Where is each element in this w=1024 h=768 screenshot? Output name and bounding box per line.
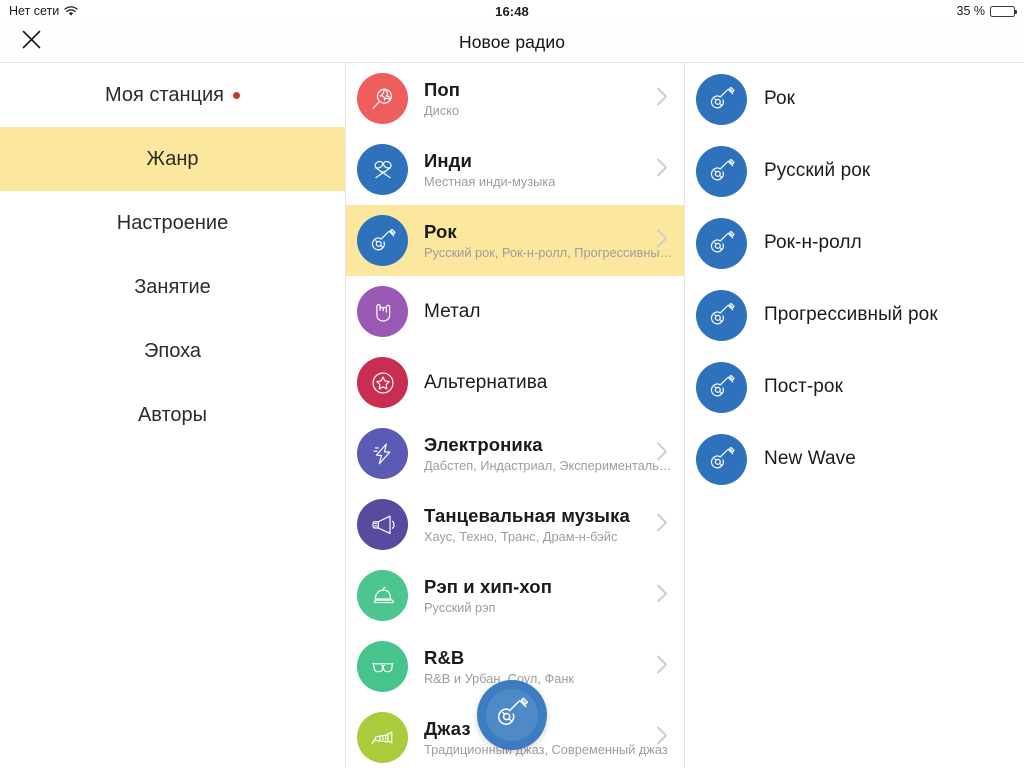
genre-row[interactable]: Электроника Дабстеп, Индастриал, Эксперим… <box>346 418 684 489</box>
genre-subtitle: Диско <box>424 103 460 118</box>
guitar-icon <box>696 289 747 341</box>
genre-row[interactable]: Метал <box>346 276 684 347</box>
sidebar-item-3[interactable]: Занятие <box>0 255 345 319</box>
genre-title: Рок <box>424 221 457 242</box>
genre-text-block: Электроника Дабстеп, Индастриал, Эксперим… <box>424 434 674 473</box>
guitar-icon <box>696 361 747 413</box>
genre-title: Метал <box>424 300 481 322</box>
genre-row[interactable]: Танцевальная музыка Хаус, Техно, Транс, Д… <box>346 489 684 560</box>
genre-text-block: Танцевальная музыка Хаус, Техно, Транс, Д… <box>424 505 630 544</box>
guitar-icon <box>696 217 747 269</box>
subgenre-row[interactable]: Прогрессивный рок <box>685 279 1024 351</box>
chevron-right-icon <box>656 725 668 750</box>
genre-title: R&B <box>424 647 465 668</box>
genre-title: Танцевальная музыка <box>424 505 630 526</box>
sidebar-item-label: Настроение <box>116 211 229 234</box>
sidebar-item-2[interactable]: Настроение <box>0 191 345 255</box>
chevron-right-icon <box>656 512 668 537</box>
status-bar-right: 35 % <box>956 4 1018 18</box>
rock-hand-icon <box>357 286 408 337</box>
genre-subtitle: Русский рок, Рок-н-ролл, Прогрессивны… <box>424 245 673 260</box>
genre-text-block: Рэп и хип-хоп Русский рэп <box>424 576 552 615</box>
content-columns: Моя станция Жанр Настроение Занятие Эпоха Авт… <box>0 63 1024 768</box>
subgenre-row[interactable]: Русский рок <box>685 135 1024 207</box>
sidebar-item-4[interactable]: Эпоха <box>0 319 345 383</box>
genre-subtitle: Дабстеп, Индастриал, Экспериментальн… <box>424 458 674 473</box>
sidebar-item-label: Авторы <box>137 403 208 426</box>
sidebar-item-0[interactable]: Моя станция <box>0 63 345 127</box>
subgenre-label: Русский рок <box>764 160 871 181</box>
new-indicator-dot <box>232 91 240 99</box>
genre-title: Электроника <box>424 434 543 455</box>
genre-row[interactable]: Альтернатива <box>346 347 684 418</box>
sidebar-item-label: Моя станция <box>105 83 224 106</box>
subgenre-list: Рок Русский рок Рок-н-ролл Прогрессивный… <box>685 63 1024 768</box>
page-title: Новое радио <box>458 31 566 52</box>
subgenre-label: New Wave <box>764 448 856 469</box>
subgenre-row[interactable]: Рок-н-ролл <box>685 207 1024 279</box>
genre-text-block: Джаз Традиционный джаз, Современный джаз <box>424 718 668 757</box>
drag-overlay-bubble[interactable] <box>477 680 547 750</box>
genre-row[interactable]: Поп Диско <box>346 63 684 134</box>
chevron-right-icon <box>656 441 668 466</box>
trumpet-icon <box>357 712 408 763</box>
lollipop-icon <box>357 73 408 124</box>
crossed-drumsticks-icon <box>357 144 408 195</box>
genre-list: Поп Диско Инди Местная инди-музыка Рок Русс… <box>345 63 685 768</box>
star-circle-icon <box>357 357 408 408</box>
guitar-icon <box>696 73 747 125</box>
genre-row[interactable]: Рэп и хип-хоп Русский рэп <box>346 560 684 631</box>
cap-icon <box>357 570 408 621</box>
drag-bubble-ring <box>486 689 538 741</box>
genre-text-block: Альтернатива <box>424 372 547 394</box>
subgenre-row[interactable]: Рок <box>685 63 1024 135</box>
chevron-right-icon <box>656 228 668 253</box>
category-sidebar: Моя станция Жанр Настроение Занятие Эпоха Авт… <box>0 63 345 768</box>
sidebar-item-label: Эпоха <box>143 339 201 362</box>
subgenre-label: Рок-н-ролл <box>764 232 862 253</box>
app-screen: Нет сети 16:48 35 % Новое радио Моя стан… <box>0 0 1024 768</box>
chevron-right-icon <box>656 157 668 182</box>
battery-percent-label: 35 % <box>956 4 986 18</box>
status-bar: Нет сети 16:48 35 % <box>0 0 1024 22</box>
genre-subtitle: Русский рэп <box>424 600 496 615</box>
megaphone-icon <box>357 499 408 550</box>
nav-bar: Новое радио <box>0 22 1024 62</box>
genre-title: Поп <box>424 79 461 100</box>
genre-subtitle: Хаус, Техно, Транс, Драм-н-бэйс <box>424 529 618 544</box>
genre-subtitle: Местная инди-музыка <box>424 174 556 189</box>
genre-subtitle: Традиционный джаз, Современный джаз <box>424 742 668 757</box>
genre-text-block: R&B R&B и Урбан, Соул, Фанк <box>424 647 574 686</box>
chevron-right-icon <box>656 654 668 679</box>
sidebar-item-label: Занятие <box>134 275 211 298</box>
guitar-icon <box>696 145 747 197</box>
sidebar-item-5[interactable]: Авторы <box>0 383 345 447</box>
guitar-icon <box>696 433 747 485</box>
lightning-icon <box>357 428 408 479</box>
genre-text-block: Инди Местная инди-музыка <box>424 150 555 189</box>
guitar-icon <box>357 215 408 266</box>
sidebar-item-1[interactable]: Жанр <box>0 127 345 191</box>
genre-text-block: Рок Русский рок, Рок-н-ролл, Прогрессивны… <box>424 221 672 260</box>
subgenre-row[interactable]: New Wave <box>685 423 1024 495</box>
sidebar-item-label: Жанр <box>146 147 199 170</box>
battery-icon <box>990 5 1018 17</box>
genre-title: Рэп и хип-хоп <box>424 576 552 597</box>
genre-row[interactable]: Инди Местная инди-музыка <box>346 134 684 205</box>
subgenre-row[interactable]: Пост-рок <box>685 351 1024 423</box>
subgenre-label: Пост-рок <box>764 376 843 397</box>
status-bar-clock: 16:48 <box>495 3 529 19</box>
genre-text-block: Поп Диско <box>424 79 460 118</box>
genre-title: Инди <box>424 150 472 171</box>
chevron-right-icon <box>656 86 668 111</box>
subgenre-label: Прогрессивный рок <box>764 304 938 325</box>
genre-title: Альтернатива <box>424 371 548 393</box>
genre-row[interactable]: Рок Русский рок, Рок-н-ролл, Прогрессивны… <box>346 205 684 276</box>
subgenre-label: Рок <box>764 88 796 109</box>
chevron-right-icon <box>656 583 668 608</box>
genre-text-block: Метал <box>424 301 481 323</box>
sunglasses-icon <box>357 641 408 692</box>
